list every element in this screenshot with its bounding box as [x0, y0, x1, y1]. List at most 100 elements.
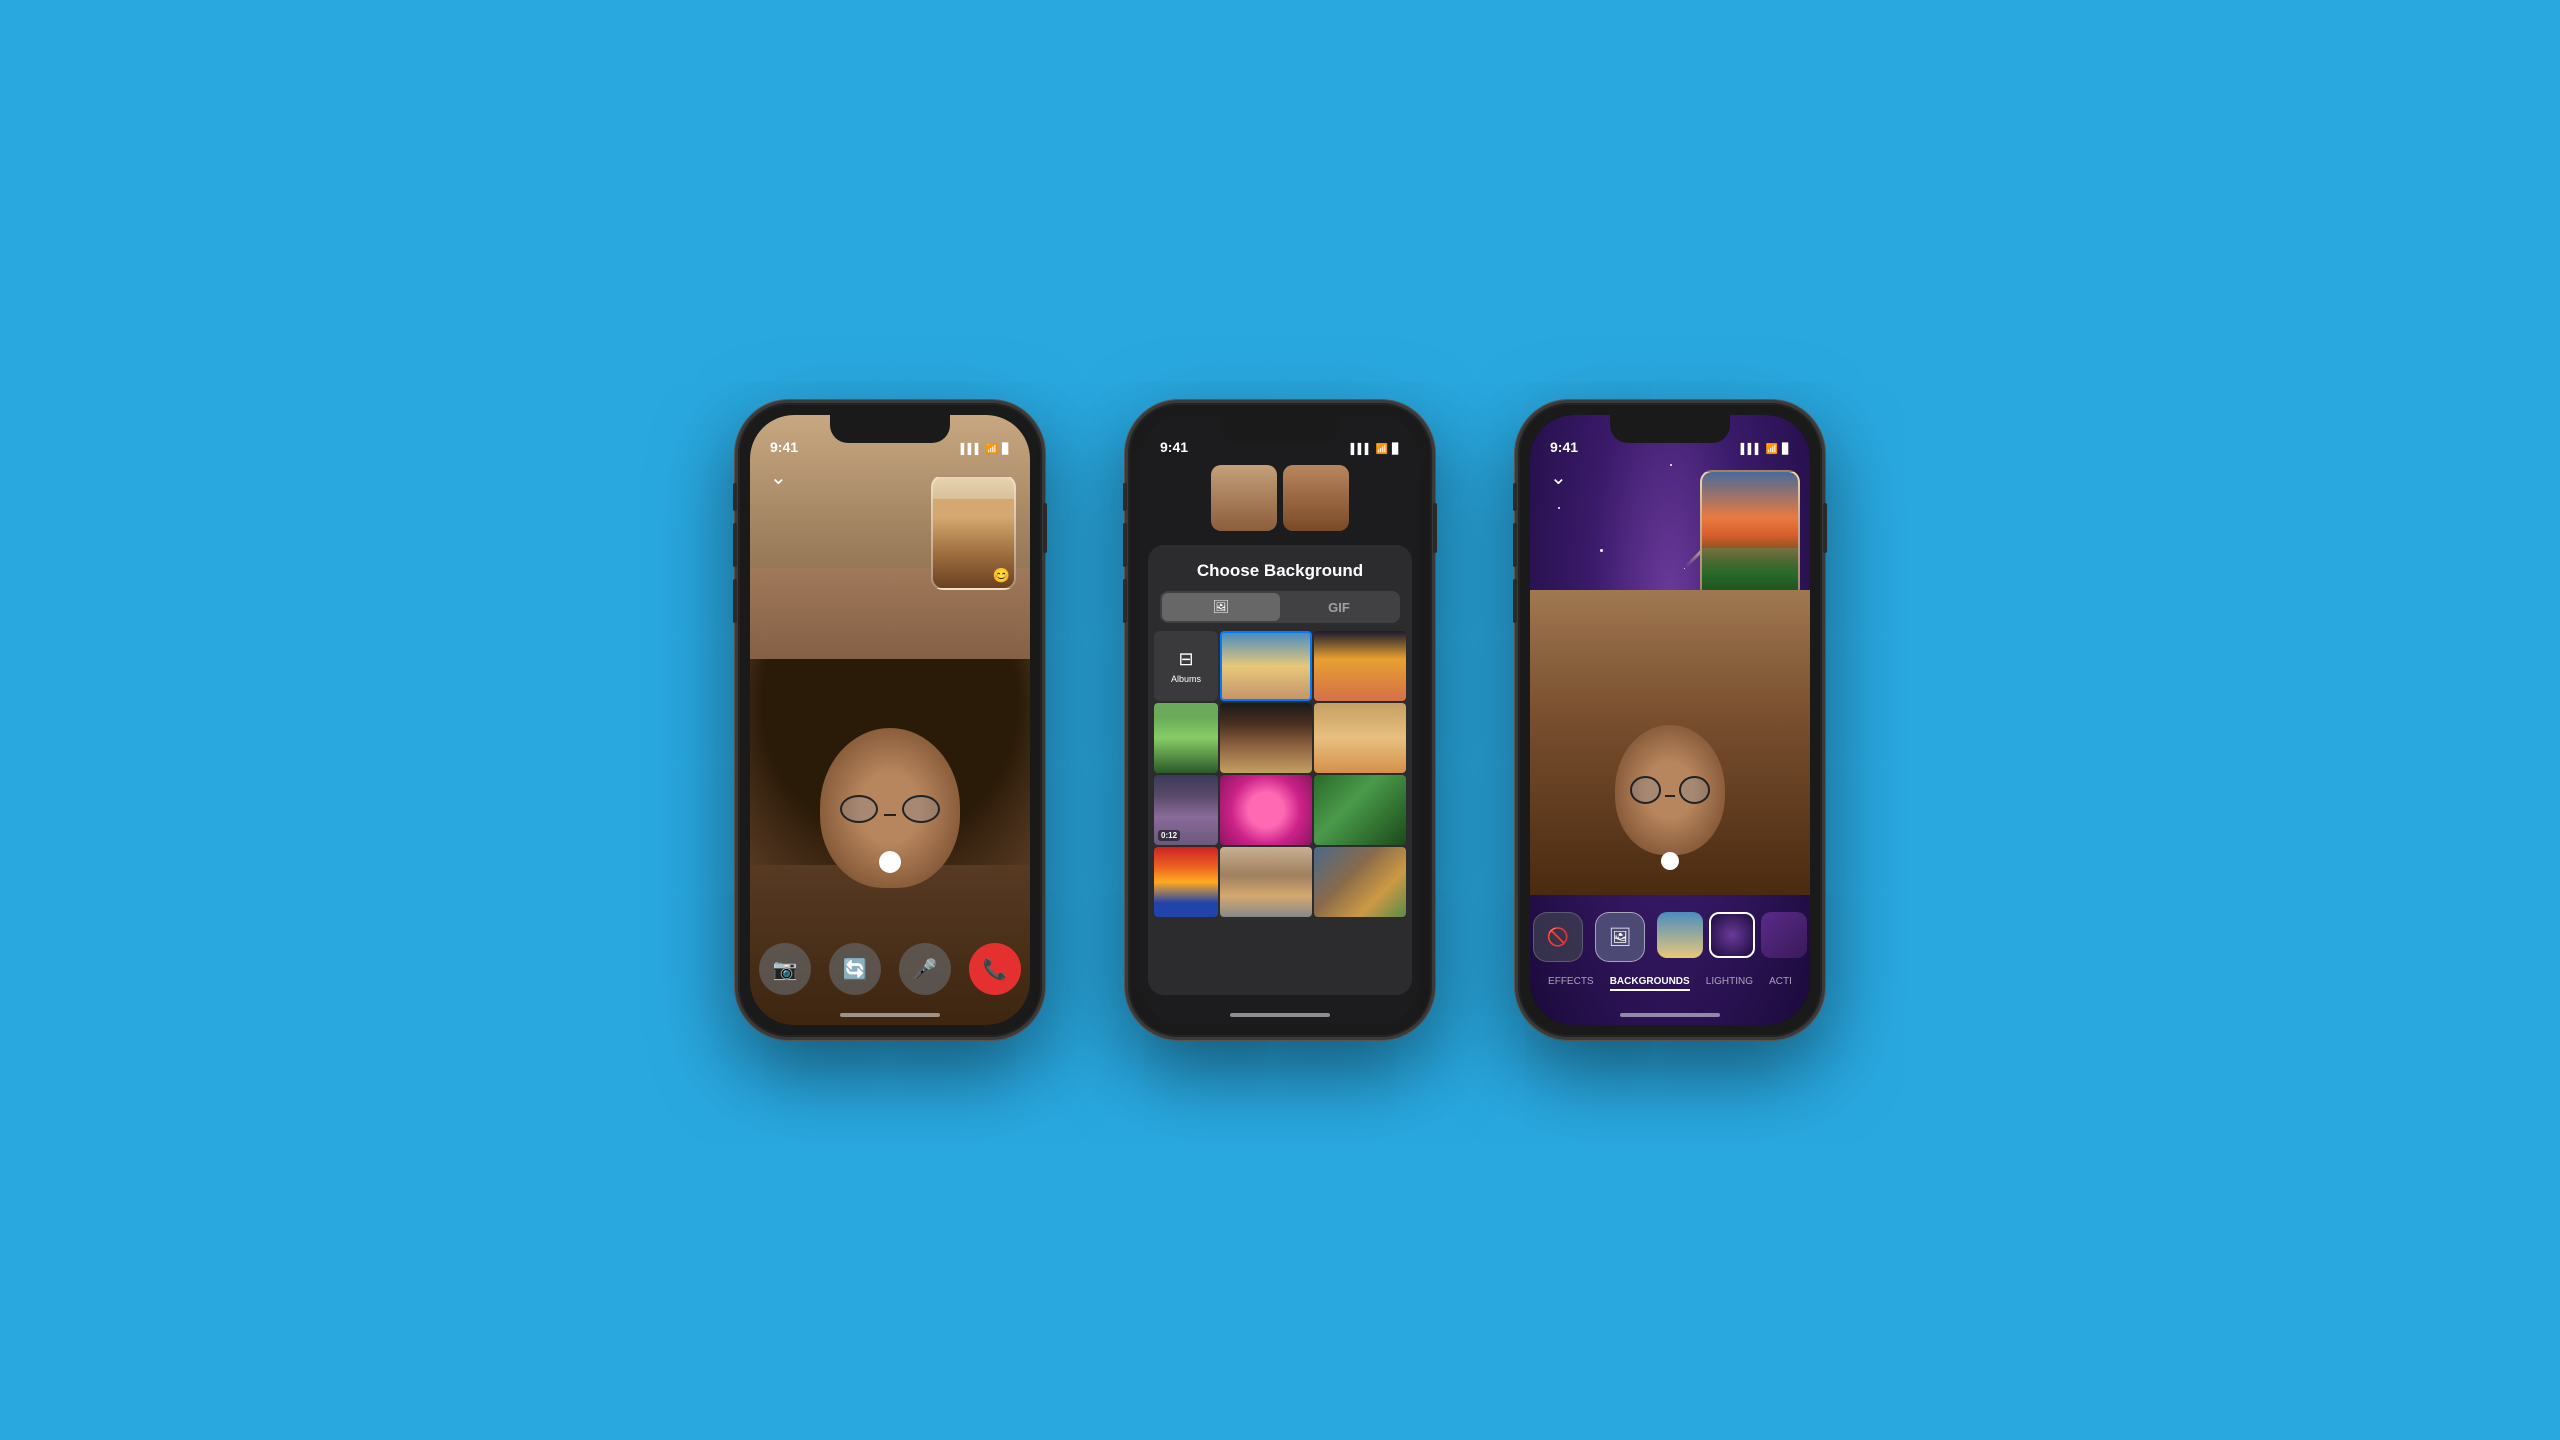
- no-effect-button[interactable]: 🚫: [1533, 912, 1583, 962]
- choose-background-panel: Choose Background 🖼 GIF ⊟ Albums: [1148, 545, 1412, 995]
- albums-icon: ⊟: [1178, 649, 1193, 670]
- silent-button-2[interactable]: [1123, 483, 1127, 511]
- phone1-controls: 📷 🔄 🎤 📞: [750, 943, 1030, 995]
- photo-food[interactable]: [1220, 703, 1312, 773]
- volume-down-button[interactable]: [733, 579, 737, 623]
- phone2-video-thumb-1[interactable]: [1211, 465, 1277, 531]
- phone2-time: 9:41: [1160, 439, 1188, 455]
- phone3-pip[interactable]: [1700, 470, 1800, 600]
- photo-fence[interactable]: [1154, 703, 1218, 773]
- power-button-2[interactable]: [1433, 503, 1437, 553]
- video-duration: 0:12: [1158, 830, 1180, 841]
- choose-background-title: Choose Background: [1148, 545, 1412, 591]
- photo-grid: ⊟ Albums 0:12: [1154, 631, 1406, 917]
- thumb-galaxy[interactable]: [1709, 912, 1755, 958]
- phone1-pip[interactable]: 😊: [931, 475, 1016, 590]
- silent-button-3[interactable]: [1513, 483, 1517, 511]
- power-button-3[interactable]: [1823, 503, 1827, 553]
- signal-icon-3: ▌▌▌: [1741, 444, 1762, 455]
- volume-down-button-2[interactable]: [1123, 579, 1127, 623]
- phone1-home-bar: [840, 1013, 940, 1017]
- phone3-glass-bridge: [1665, 795, 1674, 797]
- phone-2: 9:41 ▌▌▌ 📶 ▊ Choose Background 🖼: [1125, 400, 1435, 1040]
- flip-camera-button[interactable]: 🔄: [829, 943, 881, 995]
- albums-cell[interactable]: ⊟ Albums: [1154, 631, 1218, 701]
- phone3-effects-bar: 🚫 🖼 EFFECTS BACKGROUNDS LIGHTING: [1530, 912, 1810, 995]
- gif-tab[interactable]: GIF: [1280, 593, 1398, 621]
- photo-craft[interactable]: [1314, 847, 1406, 917]
- phone2-home-bar: [1230, 1013, 1330, 1017]
- phone3-glasses: [1630, 784, 1710, 796]
- signal-icon: ▌▌▌: [961, 444, 982, 455]
- photo-restaurant[interactable]: [1314, 631, 1406, 701]
- phone-1-screen: 😊 9:41 ▌▌▌ 📶 ▊ ⌄ 📷: [750, 415, 1030, 1025]
- phone3-glass-left: [1630, 776, 1661, 804]
- end-call-button[interactable]: 📞: [969, 943, 1021, 995]
- photo-flower[interactable]: [1220, 775, 1312, 845]
- phone-3-screen: 9:41 ▌▌▌ 📶 ▊ ⌄ 🚫: [1530, 415, 1810, 1025]
- phone2-top-videos: [1211, 465, 1349, 531]
- volume-up-button-3[interactable]: [1513, 523, 1517, 567]
- albums-label: Albums: [1171, 674, 1201, 684]
- photo-fruits[interactable]: [1154, 847, 1218, 917]
- volume-up-button-2[interactable]: [1123, 523, 1127, 567]
- glass-left: [840, 795, 878, 823]
- phone2-notch: [1220, 415, 1340, 443]
- star-1: [1558, 507, 1560, 509]
- photo-dog[interactable]: [1220, 847, 1312, 917]
- phone3-home-bar: [1620, 1013, 1720, 1017]
- photos-tab[interactable]: 🖼: [1162, 593, 1280, 621]
- phone3-mic-dot: [1661, 852, 1679, 870]
- photo-sky[interactable]: [1220, 631, 1312, 701]
- silent-button[interactable]: [733, 483, 737, 511]
- phone3-status-icons: ▌▌▌ 📶 ▊: [1741, 444, 1790, 455]
- thumb-sky[interactable]: [1657, 912, 1703, 958]
- backgrounds-label[interactable]: BACKGROUNDS: [1610, 976, 1690, 991]
- volume-down-button-3[interactable]: [1513, 579, 1517, 623]
- photos-gif-tabs: 🖼 GIF: [1160, 591, 1400, 623]
- glass-bridge: [884, 814, 895, 816]
- star-3: [1670, 464, 1672, 466]
- mute-button[interactable]: 🎤: [899, 943, 951, 995]
- actions-label[interactable]: ACTI: [1769, 976, 1792, 991]
- phone3-chevron-down[interactable]: ⌄: [1550, 465, 1567, 490]
- flip-icon: 🔄: [843, 957, 868, 982]
- phones-container: 😊 9:41 ▌▌▌ 📶 ▊ ⌄ 📷: [735, 400, 1825, 1040]
- battery-icon-2: ▊: [1392, 444, 1400, 455]
- battery-icon-3: ▊: [1782, 444, 1790, 455]
- thumb-strip: [1657, 912, 1807, 958]
- photo-fabric[interactable]: 0:12: [1154, 775, 1218, 845]
- phone-3: 9:41 ▌▌▌ 📶 ▊ ⌄ 🚫: [1515, 400, 1825, 1040]
- thumb-purple[interactable]: [1761, 912, 1807, 958]
- phone1-glasses: [840, 801, 940, 817]
- background-button[interactable]: 🖼: [1595, 912, 1645, 962]
- emoji-badge: 😊: [993, 567, 1010, 584]
- background-icon: 🖼: [1609, 927, 1632, 948]
- phone1-chevron-down[interactable]: ⌄: [770, 465, 787, 490]
- phone2-video-thumb-2[interactable]: [1283, 465, 1349, 531]
- photos-tab-icon: 🖼: [1213, 599, 1230, 615]
- star-2: [1600, 549, 1603, 552]
- wifi-icon-2: 📶: [1376, 444, 1388, 455]
- photo-rolls[interactable]: [1314, 703, 1406, 773]
- battery-icon: ▊: [1002, 444, 1010, 455]
- power-button[interactable]: [1043, 503, 1047, 553]
- phone1-time: 9:41: [770, 439, 798, 455]
- lighting-label[interactable]: LIGHTING: [1706, 976, 1753, 991]
- volume-up-button[interactable]: [733, 523, 737, 567]
- phone1-mic-dot: [879, 851, 901, 873]
- phone1-notch: [830, 415, 950, 443]
- end-call-icon: 📞: [983, 957, 1008, 982]
- phone-1: 😊 9:41 ▌▌▌ 📶 ▊ ⌄ 📷: [735, 400, 1045, 1040]
- phone1-status-icons: ▌▌▌ 📶 ▊: [961, 444, 1010, 455]
- photo-leaf[interactable]: [1314, 775, 1406, 845]
- wifi-icon: 📶: [986, 444, 998, 455]
- phone3-glass-right: [1679, 776, 1710, 804]
- effects-label[interactable]: EFFECTS: [1548, 976, 1594, 991]
- mic-icon: 🎤: [913, 957, 938, 982]
- phone2-status-icons: ▌▌▌ 📶 ▊: [1351, 444, 1400, 455]
- star-8: [1684, 568, 1685, 569]
- glass-right: [902, 795, 940, 823]
- video-button[interactable]: 📷: [759, 943, 811, 995]
- phone3-time: 9:41: [1550, 439, 1578, 455]
